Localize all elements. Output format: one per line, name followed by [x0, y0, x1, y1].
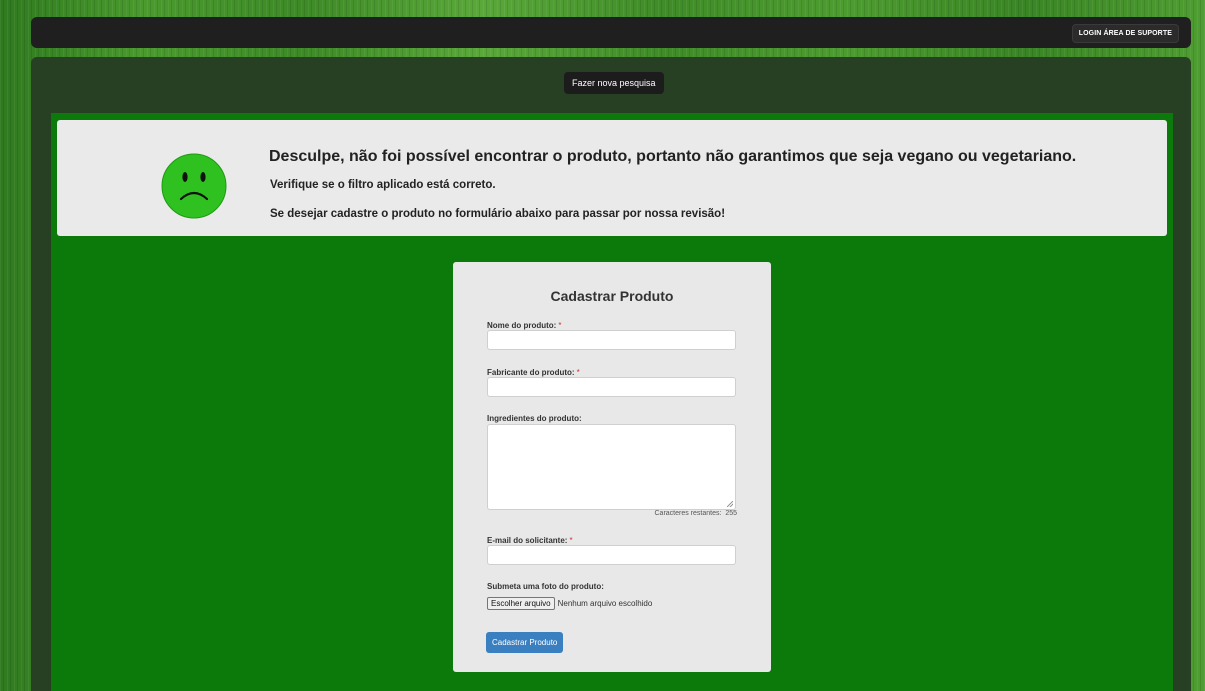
photo-file-input: Escolher arquivo Nenhum arquivo escolhido — [487, 595, 653, 611]
content-area: Desculpe, não foi possível encontrar o p… — [51, 113, 1173, 691]
required-marker: * — [558, 321, 562, 330]
support-login-button[interactable]: LOGIN ÁREA DE SUPORTE — [1071, 24, 1179, 43]
required-marker: * — [569, 536, 573, 545]
product-name-input[interactable] — [487, 330, 736, 350]
product-register-form: Cadastrar Produto Nome do produto: * Fabr… — [453, 262, 771, 672]
top-navbar: LOGIN ÁREA DE SUPORTE — [31, 17, 1191, 48]
ingredients-textarea[interactable] — [487, 424, 736, 510]
chars-remaining-value: 255 — [725, 510, 737, 517]
manufacturer-label: Fabricante do produto: * — [487, 368, 580, 377]
form-title: Cadastrar Produto — [550, 288, 674, 304]
resize-grip-icon[interactable] — [727, 501, 733, 507]
sad-face-icon — [161, 153, 227, 219]
required-marker: * — [576, 368, 580, 377]
alert-title: Desculpe, não foi possível encontrar o p… — [269, 148, 1077, 165]
product-name-label: Nome do produto: * — [487, 321, 562, 330]
photo-label: Submeta uma foto do produto: — [487, 582, 604, 591]
email-input[interactable] — [487, 545, 736, 565]
alert-filter-hint: Verifique se o filtro aplicado está corr… — [270, 179, 496, 191]
email-label: E-mail do solicitante: * — [487, 536, 573, 545]
not-found-alert: Desculpe, não foi possível encontrar o p… — [57, 120, 1167, 236]
chars-remaining: Caracteres restantes: 255 — [654, 510, 738, 517]
ingredients-label: Ingredientes do produto: — [487, 414, 582, 423]
choose-file-button[interactable]: Escolher arquivo — [487, 597, 555, 611]
new-search-button[interactable]: Fazer nova pesquisa — [564, 72, 664, 94]
file-status-text: Nenhum arquivo escolhido — [557, 599, 653, 609]
submit-product-button[interactable]: Cadastrar Produto — [486, 632, 564, 653]
alert-register-hint: Se desejar cadastre o produto no formulá… — [270, 208, 726, 220]
manufacturer-input[interactable] — [487, 377, 736, 397]
main-panel: Fazer nova pesquisa Desculpe, não foi po… — [31, 57, 1191, 691]
